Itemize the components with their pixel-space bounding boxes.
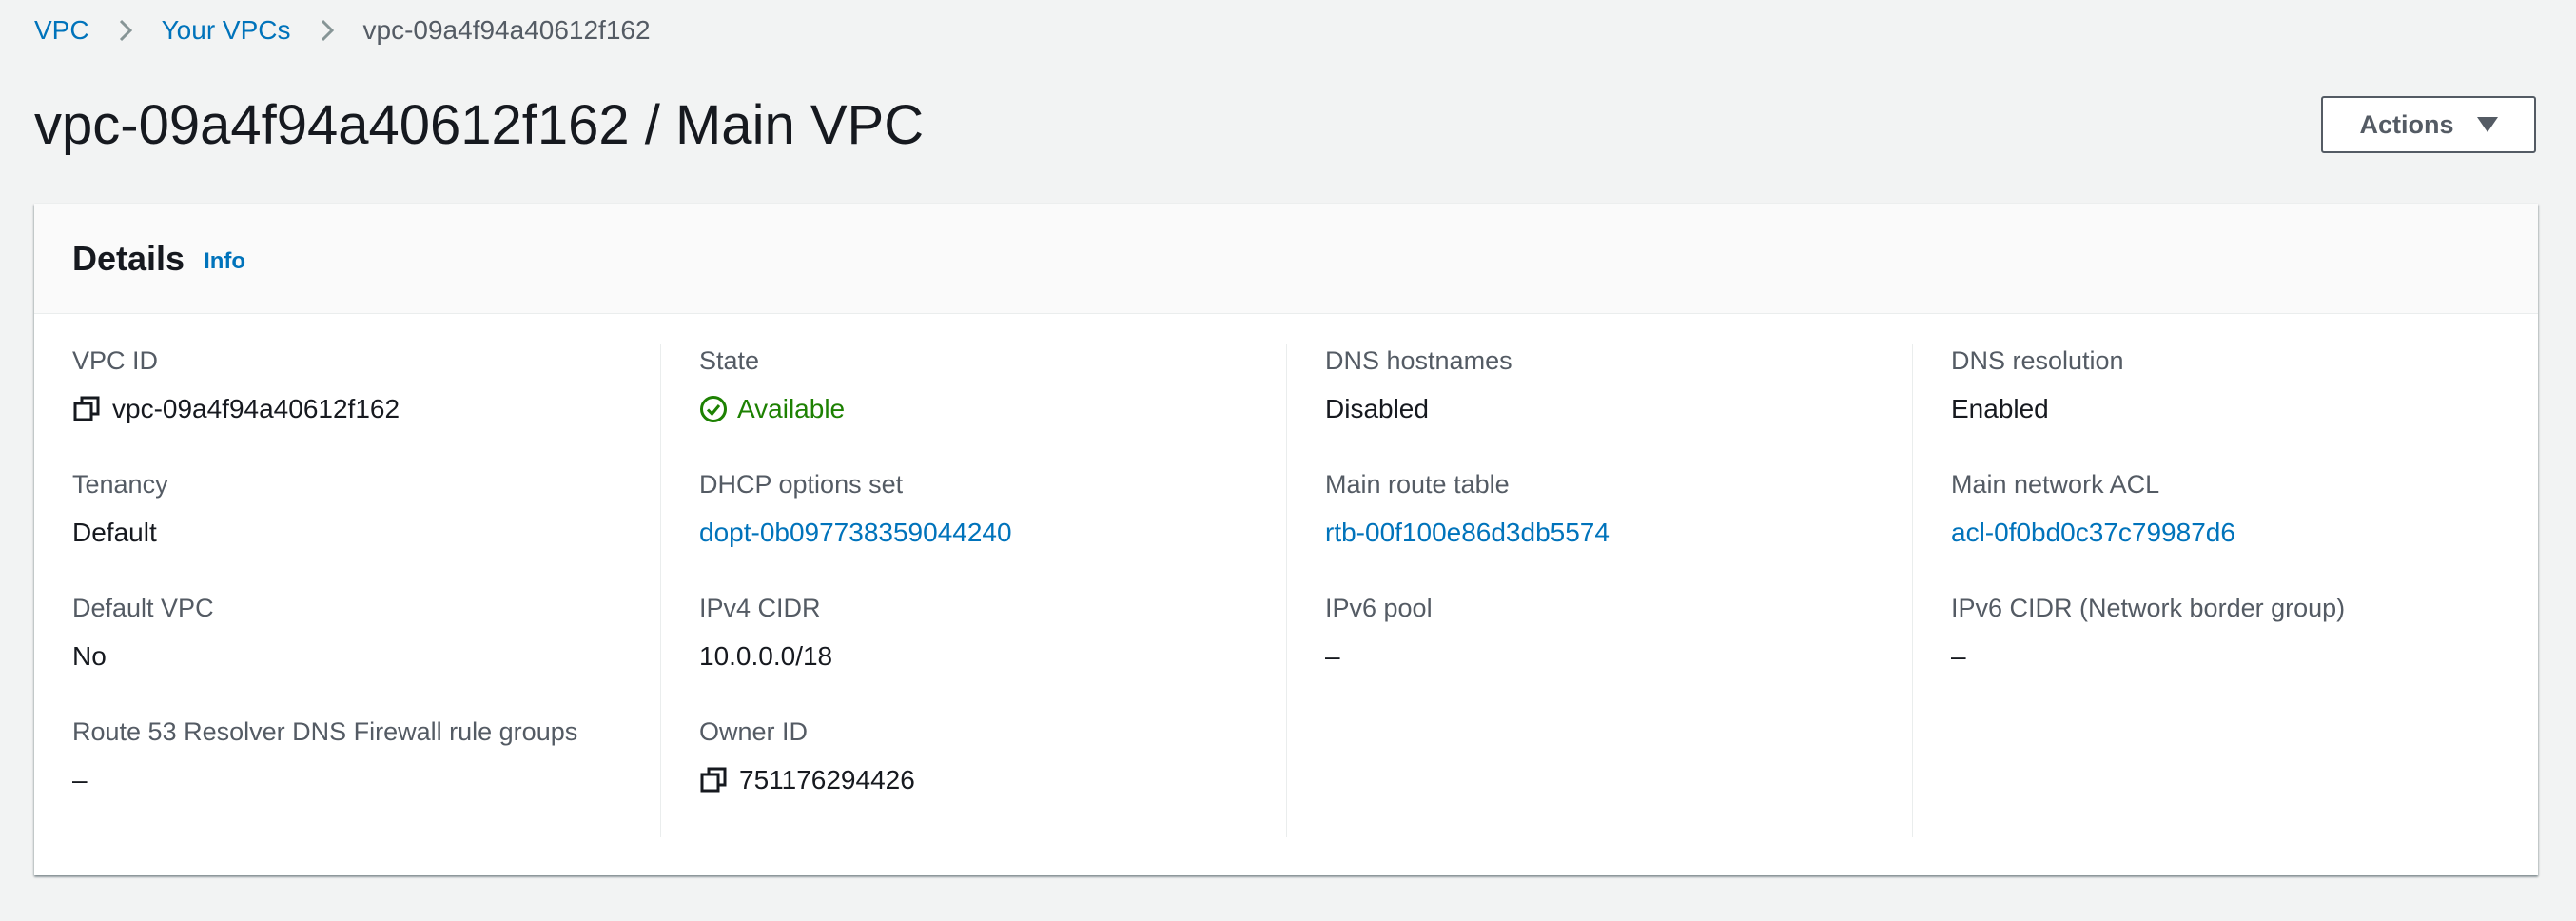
field-label: VPC ID [72, 346, 159, 375]
field-value: Available [699, 392, 845, 426]
breadcrumb-current: vpc-09a4f94a40612f162 [362, 15, 651, 45]
field-label: IPv4 CIDR [699, 594, 821, 622]
field-main-network-acl: Main network ACL acl-0f0bd0c37c79987d6 [1951, 468, 2235, 550]
ipv6-pool-value: – [1325, 641, 1340, 671]
owner-id-value: 751176294426 [739, 765, 915, 794]
details-columns: VPC ID vpc-09a4f94a40612f162 Tenancy Def… [34, 344, 2538, 839]
field-label: DNS hostnames [1325, 346, 1512, 375]
field-ipv4-cidr: IPv4 CIDR 10.0.0.0/18 [699, 592, 832, 674]
vpc-id-value: vpc-09a4f94a40612f162 [112, 394, 400, 423]
tenancy-value: Default [72, 518, 157, 547]
field-label: DNS resolution [1951, 346, 2124, 375]
caret-down-icon [2476, 117, 2498, 132]
breadcrumb: VPC Your VPCs vpc-09a4f94a40612f162 [34, 13, 651, 48]
default-vpc-value: No [72, 641, 107, 671]
breadcrumb-your-vpcs-link[interactable]: Your VPCs [162, 15, 291, 46]
field-ipv6-pool: IPv6 pool – [1325, 592, 1433, 674]
field-label: State [699, 346, 760, 375]
field-label: Main route table [1325, 470, 1510, 499]
details-column-4: DNS resolution Enabled Main network ACL … [1912, 344, 2538, 837]
breadcrumb-vpc-link[interactable]: VPC [34, 15, 89, 46]
field-label: Route 53 Resolver DNS Firewall rule grou… [72, 717, 578, 746]
main-route-table-link[interactable]: rtb-00f100e86d3db5574 [1325, 516, 1610, 550]
field-dhcp-options: DHCP options set dopt-0b097738359044240 [699, 468, 1012, 550]
info-link[interactable]: Info [204, 248, 245, 275]
details-column-2: State Available DHCP options set dopt-0b… [660, 344, 1286, 837]
ipv6-cidr-value: – [1951, 641, 1966, 671]
field-value: vpc-09a4f94a40612f162 [72, 392, 400, 426]
copy-icon[interactable] [72, 395, 101, 423]
field-dns-hostnames: DNS hostnames Disabled [1325, 344, 1512, 426]
details-title: Details [72, 238, 185, 278]
field-label: IPv6 pool [1325, 594, 1433, 622]
field-label: IPv6 CIDR (Network border group) [1951, 594, 2346, 622]
field-label: Tenancy [72, 470, 168, 499]
page-title: vpc-09a4f94a40612f162 / Main VPC [34, 94, 925, 156]
field-label: Default VPC [72, 594, 214, 622]
field-tenancy: Tenancy Default [72, 468, 168, 550]
chevron-right-icon [119, 19, 132, 42]
ipv4-cidr-value: 10.0.0.0/18 [699, 641, 833, 671]
field-owner-id: Owner ID 751176294426 [699, 715, 915, 797]
state-value: Available [737, 394, 846, 423]
field-state: State Available [699, 344, 845, 426]
field-default-vpc: Default VPC No [72, 592, 214, 674]
field-ipv6-cidr: IPv6 CIDR (Network border group) – [1951, 592, 2345, 674]
dhcp-options-link[interactable]: dopt-0b097738359044240 [699, 516, 1012, 550]
chevron-right-icon [321, 19, 334, 42]
details-column-3: DNS hostnames Disabled Main route table … [1286, 344, 1912, 837]
actions-button[interactable]: Actions [2321, 96, 2536, 153]
field-value: 751176294426 [699, 763, 915, 797]
route53-firewall-value: – [72, 765, 88, 794]
field-route53-firewall: Route 53 Resolver DNS Firewall rule grou… [72, 715, 577, 797]
main-network-acl-link[interactable]: acl-0f0bd0c37c79987d6 [1951, 516, 2235, 550]
copy-icon[interactable] [699, 766, 728, 794]
dns-resolution-value: Enabled [1951, 394, 2049, 423]
actions-button-label: Actions [2359, 109, 2454, 139]
field-main-route-table: Main route table rtb-00f100e86d3db5574 [1325, 468, 1610, 550]
field-label: DHCP options set [699, 470, 904, 499]
field-label: Main network ACL [1951, 470, 2160, 499]
details-panel: Details Info VPC ID vpc-09a4f94a40612f16… [34, 204, 2538, 875]
field-vpc-id: VPC ID vpc-09a4f94a40612f162 [72, 344, 400, 426]
field-label: Owner ID [699, 717, 809, 746]
field-dns-resolution: DNS resolution Enabled [1951, 344, 2124, 426]
status-available-icon [700, 396, 727, 422]
details-panel-header: Details Info [34, 204, 2538, 314]
details-column-1: VPC ID vpc-09a4f94a40612f162 Tenancy Def… [72, 344, 662, 837]
dns-hostnames-value: Disabled [1325, 394, 1429, 423]
